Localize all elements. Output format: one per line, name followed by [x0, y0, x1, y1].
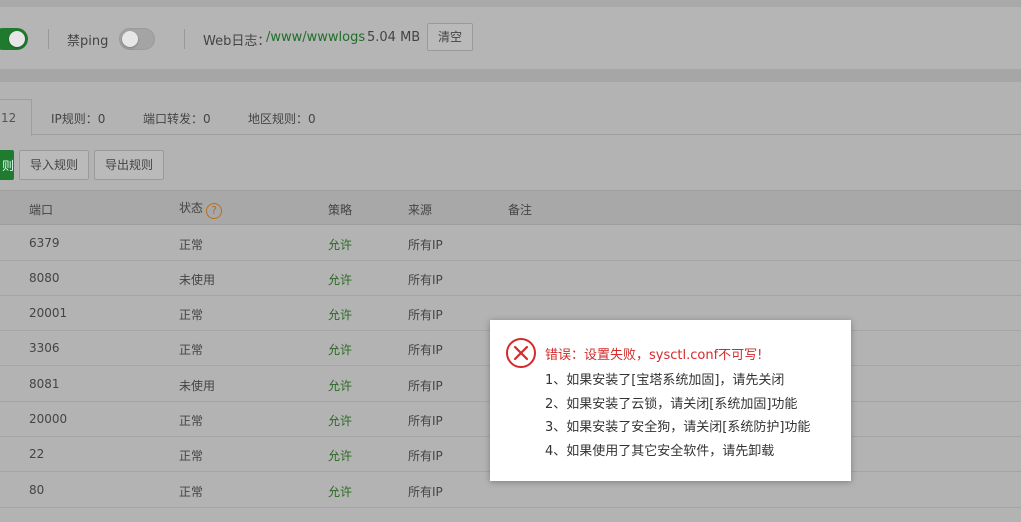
help-icon[interactable]: ?	[206, 203, 223, 219]
toggle-knob	[122, 31, 138, 47]
firewall-toggle[interactable]	[0, 28, 28, 50]
separator	[184, 29, 185, 49]
cell-port: 22	[29, 447, 45, 461]
table-header: 端口 状态? 策略 来源 备注	[0, 190, 1021, 225]
top-strip	[0, 0, 1021, 7]
tab-ip-rules[interactable]: IP规则：0	[51, 110, 105, 127]
cell-policy: 允许	[328, 343, 353, 357]
add-rule-button[interactable]: 则	[0, 150, 14, 180]
col-source: 来源	[408, 203, 433, 217]
error-line: 2、如果安装了云锁，请关闭[系统加固]功能	[545, 397, 798, 412]
cell-port: 8080	[29, 271, 60, 285]
tab-label: 12	[1, 111, 17, 125]
cell-policy: 允许	[328, 379, 353, 393]
tab-region-rules[interactable]: 地区规则：0	[248, 110, 316, 127]
cell-port: 6379	[29, 236, 60, 250]
cell-source: 所有IP	[408, 238, 443, 252]
cell-source: 所有IP	[408, 485, 443, 499]
cell-status: 未使用	[179, 273, 216, 287]
cell-status: 正常	[179, 343, 204, 357]
tab-port-forward[interactable]: 端口转发：0	[143, 110, 211, 127]
separator	[48, 29, 49, 49]
cell-policy: 允许	[328, 273, 353, 287]
cell-policy: 允许	[328, 414, 353, 428]
cell-source: 所有IP	[408, 379, 443, 393]
clear-logs-button[interactable]: 清空	[427, 23, 474, 51]
col-status: 状态?	[179, 199, 223, 219]
cell-policy: 允许	[328, 308, 353, 322]
firewall-toolbar: 禁ping Web日志： /www/wwwlogs 5.04 MB 清空	[0, 7, 1021, 69]
col-note: 备注	[508, 203, 533, 217]
weblog-size: 5.04 MB	[367, 30, 421, 45]
weblog-path-link[interactable]: /www/wwwlogs	[266, 30, 365, 45]
cell-status: 正常	[179, 238, 204, 252]
error-line: 4、如果使用了其它安全软件，请先卸载	[545, 444, 775, 459]
cell-source: 所有IP	[408, 414, 443, 428]
error-line: 1、如果安装了[宝塔系统加固]，请先关闭	[545, 373, 785, 388]
cell-policy: 允许	[328, 449, 353, 463]
cell-source: 所有IP	[408, 449, 443, 463]
export-rules-button[interactable]: 导出规则	[94, 150, 165, 180]
add-rule-label: 则	[2, 159, 15, 173]
cell-source: 所有IP	[408, 308, 443, 322]
cell-source: 所有IP	[408, 273, 443, 287]
cell-port: 80	[29, 483, 45, 497]
weblog-label: Web日志：	[203, 34, 271, 49]
cell-status: 未使用	[179, 379, 216, 393]
import-rules-button[interactable]: 导入规则	[19, 150, 90, 180]
cell-port: 8081	[29, 377, 60, 391]
table-row: 6379 正常 允许 所有IP	[0, 226, 1021, 261]
col-policy: 策略	[328, 203, 353, 217]
ping-label: 禁ping	[67, 34, 109, 49]
cell-status: 正常	[179, 449, 204, 463]
cell-status: 正常	[179, 308, 204, 322]
cell-source: 所有IP	[408, 343, 443, 357]
rule-tabs: 12 IP规则：0 端口转发：0 地区规则：0	[0, 99, 1021, 136]
ping-toggle[interactable]	[119, 28, 155, 50]
col-status-label: 状态	[179, 201, 204, 215]
cell-status: 正常	[179, 414, 204, 428]
cell-port: 20001	[29, 306, 68, 320]
col-port: 端口	[29, 203, 54, 217]
error-dialog: 错误：设置失败，sysctl.conf不可写! 1、如果安装了[宝塔系统加固]，…	[490, 320, 851, 481]
cell-policy: 允许	[328, 238, 353, 252]
error-title: 错误：设置失败，sysctl.conf不可写!	[545, 348, 763, 363]
section-gap	[0, 69, 1021, 82]
tab-port-rules[interactable]: 12	[0, 99, 32, 136]
table-row: 8080 未使用 允许 所有IP	[0, 261, 1021, 296]
cell-policy: 允许	[328, 485, 353, 499]
cell-port: 3306	[29, 341, 60, 355]
error-line: 3、如果安装了安全狗，请关闭[系统防护]功能	[545, 420, 811, 435]
toggle-knob	[9, 31, 25, 47]
cell-port: 20000	[29, 412, 68, 426]
cell-status: 正常	[179, 485, 204, 499]
error-icon	[506, 338, 536, 368]
